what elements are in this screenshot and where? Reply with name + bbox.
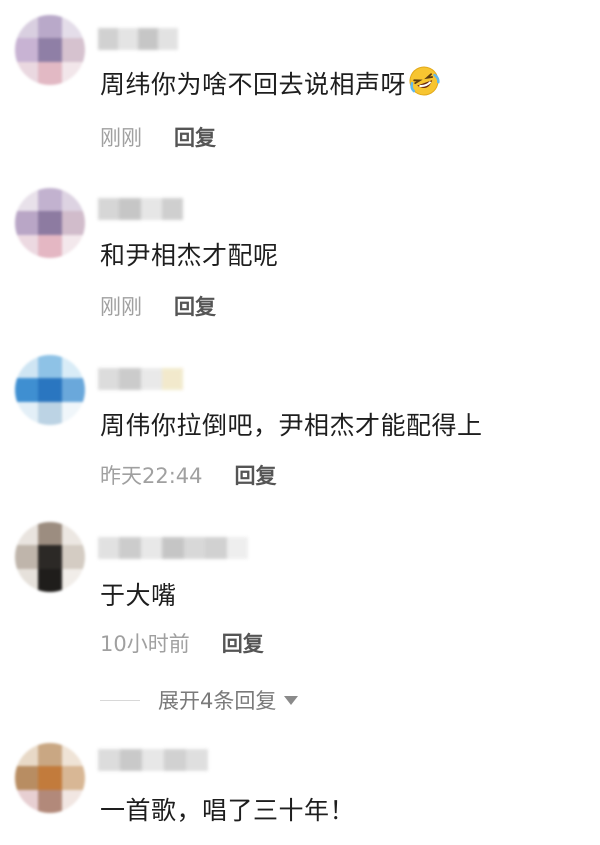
comment-meta: 10小时前 回复 xyxy=(100,628,264,658)
reply-button[interactable]: 回复 xyxy=(235,460,277,490)
username-blurred[interactable] xyxy=(98,537,248,559)
avatar[interactable] xyxy=(15,15,85,85)
reply-button[interactable]: 回复 xyxy=(174,291,216,321)
comment-text: 周纬你为啥不回去说相声呀 xyxy=(100,65,440,105)
reply-button[interactable]: 回复 xyxy=(222,628,264,658)
comment-text: 于大嘴 xyxy=(100,581,177,610)
comment-time: 刚刚 xyxy=(100,295,142,319)
expand-replies[interactable]: 展开4条回复 xyxy=(100,685,299,715)
avatar[interactable] xyxy=(15,188,85,258)
username-blurred[interactable] xyxy=(98,368,183,390)
comment-item: 周纬你为啥不回去说相声呀 刚刚 回复 xyxy=(0,0,600,170)
comment-meta: 刚刚 回复 xyxy=(100,291,216,321)
comment-text-content: 周纬你为啥不回去说相声呀 xyxy=(100,70,407,99)
comment-text: 周伟你拉倒吧，尹相杰才能配得上 xyxy=(100,411,483,440)
comment-meta: 昨天22:44 回复 xyxy=(100,460,277,490)
expand-replies-label[interactable]: 展开4条回复 xyxy=(158,685,276,715)
comment-item: 周伟你拉倒吧，尹相杰才能配得上 昨天22:44 回复 xyxy=(0,340,600,510)
comment-meta: 刚刚 回复 xyxy=(100,122,216,152)
comment-item: 于大嘴 10小时前 回复 xyxy=(0,510,600,735)
comment-text: 一首歌，唱了三十年！ xyxy=(100,796,356,825)
comment-item: 和尹相杰才配呢 刚刚 回复 xyxy=(0,170,600,340)
comment-time: 刚刚 xyxy=(100,126,142,150)
username-blurred[interactable] xyxy=(98,28,178,50)
chevron-down-icon[interactable] xyxy=(284,695,299,705)
rolling-on-floor-laughing-emoji-icon xyxy=(408,65,440,103)
comment-time: 昨天22:44 xyxy=(100,464,203,488)
avatar[interactable] xyxy=(15,355,85,425)
expand-divider xyxy=(100,699,140,701)
avatar[interactable] xyxy=(15,743,85,813)
username-blurred[interactable] xyxy=(98,198,183,220)
comment-item: 一首歌，唱了三十年！ xyxy=(0,735,600,845)
reply-button[interactable]: 回复 xyxy=(174,122,216,152)
avatar[interactable] xyxy=(15,522,85,592)
comment-text: 和尹相杰才配呢 xyxy=(100,241,279,270)
username-blurred[interactable] xyxy=(98,749,208,771)
comment-time: 10小时前 xyxy=(100,632,190,656)
